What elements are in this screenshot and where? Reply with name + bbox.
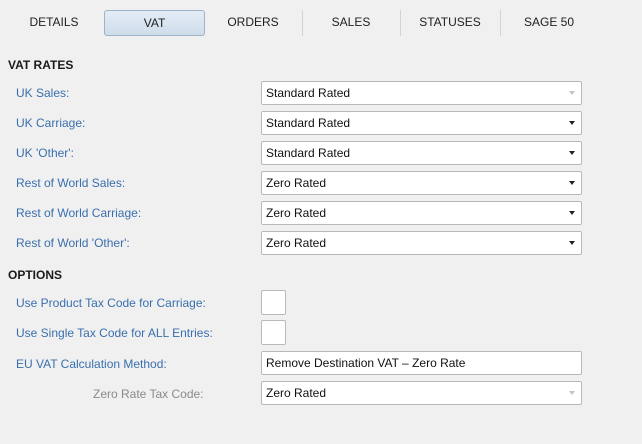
chevron-down-icon[interactable] [569, 151, 575, 155]
row-carriage-value: Zero Rated [266, 206, 327, 220]
row-other-label: Rest of World 'Other': [16, 236, 130, 250]
use-single-tax-code-label: Use Single Tax Code for ALL Entries: [16, 326, 213, 340]
row-sales-select[interactable]: Zero Rated [261, 171, 582, 195]
row-sales-value: Zero Rated [266, 176, 327, 190]
eu-vat-method-value: Remove Destination VAT – Zero Rate [266, 356, 466, 370]
chevron-down-icon [569, 91, 575, 95]
chevron-down-icon [569, 391, 575, 395]
tab-sage-50[interactable]: SAGE 50 [501, 10, 597, 34]
chevron-down-icon[interactable] [569, 181, 575, 185]
options-heading: OPTIONS [8, 268, 63, 282]
use-product-tax-code-checkbox[interactable] [261, 290, 286, 315]
row-other-select[interactable]: Zero Rated [261, 231, 582, 255]
row-carriage-select[interactable]: Zero Rated [261, 201, 582, 225]
uk-sales-value: Standard Rated [266, 86, 351, 100]
tab-sales[interactable]: SALES [303, 10, 399, 34]
tab-details[interactable]: DETAILS [6, 10, 102, 34]
zero-rate-tax-code-label: Zero Rate Tax Code: [93, 387, 204, 401]
uk-carriage-value: Standard Rated [266, 116, 351, 130]
uk-sales-select: Standard Rated [261, 81, 582, 105]
uk-other-label: UK 'Other': [16, 146, 74, 160]
row-sales-label: Rest of World Sales: [16, 176, 126, 190]
chevron-down-icon[interactable] [569, 211, 575, 215]
eu-vat-method-field[interactable]: Remove Destination VAT – Zero Rate [261, 351, 582, 375]
eu-vat-method-label: EU VAT Calculation Method: [16, 357, 167, 371]
zero-rate-tax-code-value: Zero Rated [266, 386, 327, 400]
chevron-down-icon[interactable] [569, 241, 575, 245]
chevron-down-icon[interactable] [569, 121, 575, 125]
uk-carriage-label: UK Carriage: [16, 116, 86, 130]
uk-other-value: Standard Rated [266, 146, 351, 160]
use-single-tax-code-checkbox[interactable] [261, 320, 286, 345]
row-carriage-label: Rest of World Carriage: [16, 206, 142, 220]
zero-rate-tax-code-select: Zero Rated [261, 381, 582, 405]
tab-vat[interactable]: VAT [104, 10, 205, 36]
use-product-tax-code-label: Use Product Tax Code for Carriage: [16, 296, 206, 310]
uk-sales-label: UK Sales: [16, 86, 70, 100]
tab-bar: DETAILS VAT ORDERS SALES STATUSES SAGE 5… [0, 0, 642, 46]
row-other-value: Zero Rated [266, 236, 327, 250]
uk-other-select[interactable]: Standard Rated [261, 141, 582, 165]
tab-statuses[interactable]: STATUSES [401, 10, 499, 34]
vat-rates-heading: VAT RATES [8, 58, 74, 72]
uk-carriage-select[interactable]: Standard Rated [261, 111, 582, 135]
tab-orders[interactable]: ORDERS [205, 10, 301, 34]
